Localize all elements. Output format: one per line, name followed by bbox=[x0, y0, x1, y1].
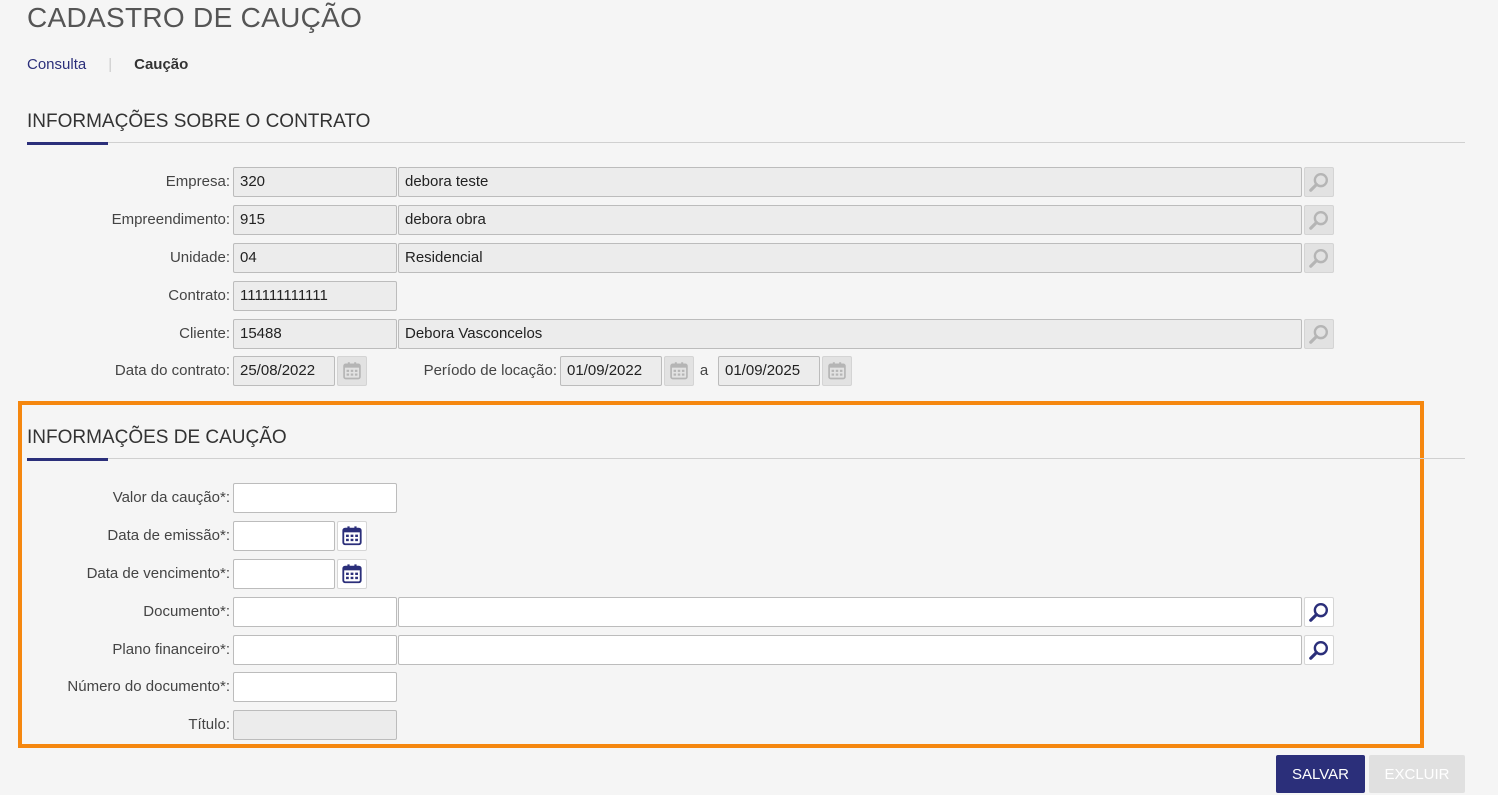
plano-search-button[interactable] bbox=[1304, 635, 1334, 665]
cliente-search-button[interactable] bbox=[1304, 319, 1334, 349]
unidade-code-field[interactable]: 04 bbox=[233, 243, 397, 273]
unidade-search-button[interactable] bbox=[1304, 243, 1334, 273]
plano-label: Plano financeiro*: bbox=[112, 641, 230, 658]
calendar-icon bbox=[827, 361, 847, 381]
tab-consulta[interactable]: Consulta bbox=[27, 56, 86, 73]
calendar-icon bbox=[342, 361, 362, 381]
documento-code-input[interactable] bbox=[233, 597, 397, 627]
valor-input[interactable] bbox=[233, 483, 397, 513]
search-icon bbox=[1308, 247, 1330, 269]
cliente-name-field[interactable]: Debora Vasconcelos bbox=[398, 319, 1302, 349]
valor-label: Valor da caução*: bbox=[112, 489, 230, 506]
emissao-label: Data de emissão*: bbox=[107, 527, 230, 544]
search-icon bbox=[1308, 601, 1330, 623]
vencimento-label: Data de vencimento*: bbox=[86, 565, 230, 582]
documento-name-input[interactable] bbox=[398, 597, 1302, 627]
search-icon bbox=[1308, 209, 1330, 231]
empreendimento-code-field[interactable]: 915 bbox=[233, 205, 397, 235]
calendar-icon bbox=[669, 361, 689, 381]
periodo-connector: a bbox=[699, 362, 709, 379]
page-title: CADASTRO DE CAUÇÃO bbox=[27, 2, 363, 33]
emissao-calendar-button[interactable] bbox=[337, 521, 367, 551]
tab-caucao[interactable]: Caução bbox=[134, 56, 188, 73]
data-contrato-field[interactable]: 25/08/2022 bbox=[233, 356, 335, 386]
periodo-end-calendar-button[interactable] bbox=[822, 356, 852, 386]
save-button[interactable]: SALVAR bbox=[1276, 755, 1365, 793]
documento-label: Documento*: bbox=[143, 603, 230, 620]
periodo-start-field[interactable]: 01/09/2022 bbox=[560, 356, 662, 386]
empresa-code-field[interactable]: 320 bbox=[233, 167, 397, 197]
search-icon bbox=[1308, 171, 1330, 193]
unidade-label: Unidade: bbox=[169, 249, 230, 266]
data-contrato-calendar-button[interactable] bbox=[337, 356, 367, 386]
vencimento-calendar-button[interactable] bbox=[337, 559, 367, 589]
calendar-icon bbox=[341, 563, 363, 585]
plano-name-input[interactable] bbox=[398, 635, 1302, 665]
titulo-field[interactable] bbox=[233, 710, 397, 740]
cliente-code-field[interactable]: 15488 bbox=[233, 319, 397, 349]
plano-code-input[interactable] bbox=[233, 635, 397, 665]
section-accent bbox=[27, 458, 108, 461]
documento-search-button[interactable] bbox=[1304, 597, 1334, 627]
empreendimento-label: Empreendimento: bbox=[111, 211, 230, 228]
section-divider bbox=[27, 142, 1465, 143]
periodo-label: Período de locação: bbox=[423, 362, 557, 379]
delete-button[interactable]: EXCLUIR bbox=[1369, 755, 1465, 793]
section-accent bbox=[27, 142, 108, 145]
contrato-label: Contrato: bbox=[168, 287, 230, 304]
cliente-label: Cliente: bbox=[179, 325, 230, 342]
search-icon bbox=[1308, 639, 1330, 661]
unidade-name-field[interactable]: Residencial bbox=[398, 243, 1302, 273]
empresa-name-field[interactable]: debora teste bbox=[398, 167, 1302, 197]
contrato-field[interactable]: 111111111111 bbox=[233, 281, 397, 311]
periodo-start-calendar-button[interactable] bbox=[664, 356, 694, 386]
search-icon bbox=[1308, 323, 1330, 345]
periodo-end-field[interactable]: 01/09/2025 bbox=[718, 356, 820, 386]
tab-separator: | bbox=[108, 56, 113, 73]
section-divider bbox=[27, 458, 1465, 459]
empreendimento-search-button[interactable] bbox=[1304, 205, 1334, 235]
numero-label: Número do documento*: bbox=[67, 678, 230, 695]
caucao-section-title: INFORMAÇÕES DE CAUÇÃO bbox=[27, 427, 287, 448]
data-contrato-label: Data do contrato: bbox=[114, 362, 230, 379]
empresa-label: Empresa: bbox=[165, 173, 230, 190]
numero-input[interactable] bbox=[233, 672, 397, 702]
breadcrumb-tabs: Consulta | Caução bbox=[27, 56, 188, 73]
titulo-label: Título: bbox=[188, 716, 230, 733]
calendar-icon bbox=[341, 525, 363, 547]
empreendimento-name-field[interactable]: debora obra bbox=[398, 205, 1302, 235]
contract-section-title: INFORMAÇÕES SOBRE O CONTRATO bbox=[27, 111, 371, 132]
emissao-input[interactable] bbox=[233, 521, 335, 551]
empresa-search-button[interactable] bbox=[1304, 167, 1334, 197]
vencimento-input[interactable] bbox=[233, 559, 335, 589]
